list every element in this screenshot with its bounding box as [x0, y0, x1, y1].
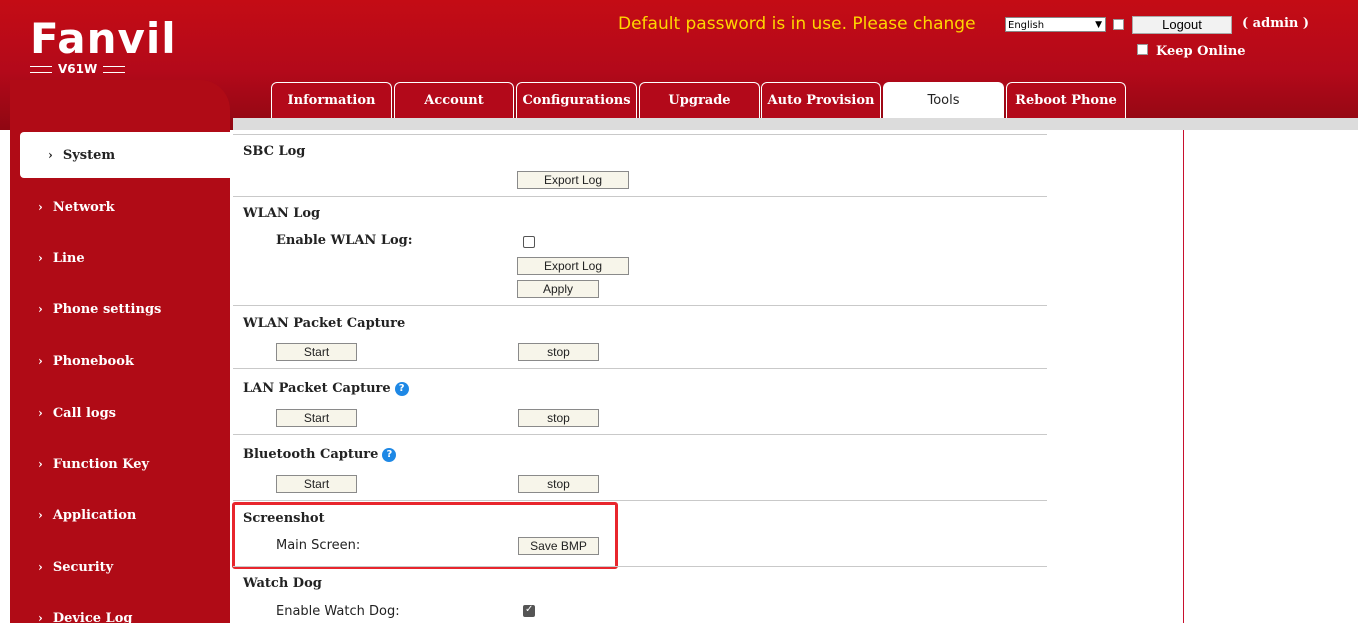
screenshot-highlight-box	[232, 502, 618, 569]
keep-online-checkbox[interactable]	[1137, 44, 1148, 55]
divider	[233, 134, 1047, 135]
chevron-right-icon: ›	[38, 251, 43, 265]
divider	[233, 500, 1047, 501]
chevron-right-icon: ›	[48, 148, 53, 162]
default-password-warning[interactable]: Default password is in use. Please chang…	[618, 14, 976, 34]
chevron-right-icon: ›	[38, 302, 43, 316]
enable-watch-dog-checkbox[interactable]	[523, 604, 535, 617]
language-select[interactable]: English ▼	[1005, 17, 1106, 32]
keep-online-label: Keep Online	[1156, 44, 1246, 59]
chevron-right-icon: ›	[38, 354, 43, 368]
divider	[233, 434, 1047, 435]
chevron-right-icon: ›	[38, 508, 43, 522]
sidebar-item-call-logs[interactable]: › Call logs	[10, 390, 230, 436]
chevron-down-icon: ▼	[1095, 20, 1102, 30]
bt-capture-start-button[interactable]: Start	[276, 475, 357, 493]
tab-reboot-phone[interactable]: Reboot Phone	[1006, 82, 1126, 118]
tab-account[interactable]: Account	[394, 82, 514, 118]
sidebar-item-label: System	[62, 148, 116, 163]
sidebar-item-phone-settings[interactable]: › Phone settings	[10, 286, 230, 332]
tab-upgrade[interactable]: Upgrade	[639, 82, 760, 118]
sidebar-item-line[interactable]: › Line	[10, 235, 230, 281]
divider	[233, 305, 1047, 306]
model-badge: V61W	[30, 62, 177, 76]
sidebar-item-function-key[interactable]: › Function Key	[10, 441, 230, 487]
model-label: V61W	[58, 62, 98, 76]
divider	[233, 368, 1047, 369]
sidebar-item-label: Network	[52, 200, 115, 215]
divider	[233, 196, 1047, 197]
wlan-capture-stop-button[interactable]: stop	[518, 343, 599, 361]
sidebar-item-phonebook[interactable]: › Phonebook	[10, 338, 230, 384]
fanvil-logo: Fanvil V61W	[30, 18, 177, 76]
enable-wlan-log-label: Enable WLAN Log:	[276, 233, 413, 248]
sidebar-item-label: Phone settings	[52, 302, 162, 317]
sidebar-item-label: Phonebook	[52, 354, 134, 369]
sidebar-item-label: Application	[52, 508, 137, 523]
chevron-right-icon: ›	[38, 457, 43, 471]
section-title-wlan-log: WLAN Log	[243, 206, 321, 221]
logo-text: Fanvil	[30, 14, 177, 63]
header-checkbox[interactable]	[1113, 19, 1124, 30]
sidebar-item-device-log[interactable]: › Device Log	[10, 595, 230, 641]
wlan-capture-start-button[interactable]: Start	[276, 343, 357, 361]
sbc-export-log-button[interactable]: Export Log	[517, 171, 629, 189]
sidebar-item-label: Function Key	[52, 457, 150, 472]
section-title-lan-packet-capture: LAN Packet Capture?	[243, 381, 409, 396]
sidebar-item-label: Device Log	[52, 611, 133, 626]
sidebar-item-label: Security	[52, 560, 114, 575]
lan-capture-start-button[interactable]: Start	[276, 409, 357, 427]
sidebar-item-label: Call logs	[52, 406, 117, 421]
sidebar-item-network[interactable]: › Network	[10, 184, 230, 230]
help-icon[interactable]: ?	[394, 381, 409, 396]
bt-capture-stop-button[interactable]: stop	[518, 475, 599, 493]
chevron-right-icon: ›	[38, 611, 43, 625]
language-value: English	[1008, 20, 1045, 31]
logout-button[interactable]: Logout	[1132, 16, 1232, 34]
wlan-export-log-button[interactable]: Export Log	[517, 257, 629, 275]
chevron-right-icon: ›	[38, 560, 43, 574]
wlan-apply-button[interactable]: Apply	[517, 280, 599, 298]
sidebar-item-application[interactable]: › Application	[10, 492, 230, 538]
tab-information[interactable]: Information	[271, 82, 392, 118]
tab-underline	[233, 118, 1358, 130]
enable-wlan-log-checkbox[interactable]	[523, 236, 535, 248]
current-user-label: ( admin )	[1242, 16, 1310, 31]
tab-configurations[interactable]: Configurations	[516, 82, 637, 118]
sidebar-item-security[interactable]: › Security	[10, 544, 230, 590]
tab-auto-provision[interactable]: Auto Provision	[761, 82, 881, 118]
enable-watch-dog-label: Enable Watch Dog:	[276, 604, 400, 619]
section-title-wlan-packet-capture: WLAN Packet Capture	[243, 316, 406, 331]
section-title-watch-dog: Watch Dog	[243, 576, 322, 591]
sidebar-item-system[interactable]: › System	[20, 132, 240, 178]
chevron-right-icon: ›	[38, 200, 43, 214]
help-icon[interactable]: ?	[382, 447, 397, 462]
tab-tools[interactable]: Tools	[883, 82, 1004, 118]
lan-capture-stop-button[interactable]: stop	[518, 409, 599, 427]
sidebar-item-label: Line	[52, 251, 85, 266]
sidebar: › System › Network › Line › Phone settings ›…	[10, 80, 240, 626]
content-right-border	[1183, 130, 1184, 623]
divider	[233, 566, 1047, 567]
section-title-bluetooth-capture: Bluetooth Capture?	[243, 447, 397, 462]
section-title-sbc-log: SBC Log	[243, 144, 306, 159]
chevron-right-icon: ›	[38, 406, 43, 420]
